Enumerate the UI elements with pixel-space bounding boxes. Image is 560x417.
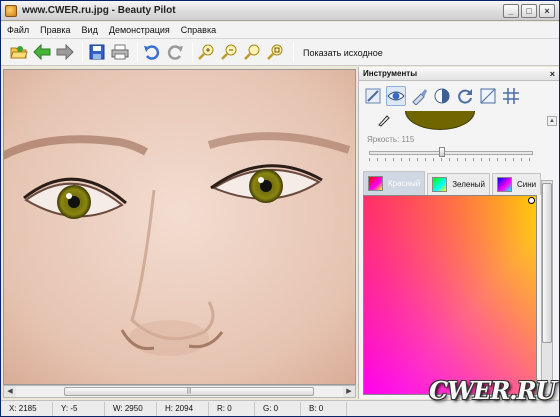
save-icon[interactable] (87, 42, 107, 62)
watermark-text: CWER.RU (429, 375, 557, 405)
watermark-logo: CWER.RU (429, 373, 557, 407)
brightness-slider[interactable] (369, 151, 533, 155)
green-swatch-icon (432, 177, 448, 192)
menu-help[interactable]: Справка (181, 25, 216, 35)
portrait-photo (4, 70, 355, 384)
menu-bar: Файл Правка Вид Демонстрация Справка (1, 22, 559, 39)
horizontal-scrollbar[interactable]: ◀ ||| ▶ (3, 385, 356, 398)
eye-icon[interactable] (386, 86, 406, 106)
scroll-left-icon[interactable]: ◀ (4, 386, 16, 397)
tab-green-label: Зеленый (452, 180, 485, 189)
status-x: X: 2185 (1, 401, 53, 416)
menu-demo[interactable]: Демонстрация (109, 25, 170, 35)
close-button[interactable]: × (539, 4, 555, 18)
minimize-button[interactable]: _ (503, 4, 519, 18)
status-width: W: 2950 (105, 401, 157, 416)
grid-icon[interactable] (501, 86, 521, 106)
tab-blue[interactable]: Сини (491, 173, 542, 195)
preview-scroll-icon[interactable]: ▲ (547, 116, 557, 126)
tab-red-label: Красный (388, 179, 421, 188)
color-picker-cursor-icon[interactable] (528, 197, 535, 204)
contrast-icon[interactable] (432, 86, 452, 106)
rotate-icon[interactable] (455, 86, 475, 106)
tools-panel-header: Инструменты × (359, 67, 559, 81)
toolbar-separator (137, 42, 138, 62)
lipstick-icon[interactable] (409, 86, 429, 106)
status-green: G: 0 (255, 401, 301, 416)
tool-icon-row (363, 86, 521, 106)
zoom-in-icon[interactable] (197, 42, 217, 62)
pencil-icon[interactable] (377, 113, 391, 129)
tab-green[interactable]: Зеленый (427, 173, 490, 195)
tab-red[interactable]: Красный (363, 171, 426, 195)
window-title: www.CWER.ru.jpg - Beauty Pilot (22, 5, 176, 16)
brightness-slider-thumb[interactable] (439, 147, 445, 157)
undo-icon[interactable] (142, 42, 162, 62)
skin-brush-icon[interactable] (363, 86, 383, 106)
vertical-scrollbar[interactable] (541, 180, 553, 395)
status-y: Y: -5 (53, 401, 105, 416)
brightness-label: Яркость: 115 (367, 135, 415, 144)
status-red: R: 0 (209, 401, 255, 416)
menu-edit[interactable]: Правка (40, 25, 70, 35)
zoom-out-icon[interactable] (220, 42, 240, 62)
toolbar-separator (82, 42, 83, 62)
menu-file[interactable]: Файл (7, 25, 29, 35)
app-icon (5, 4, 17, 17)
app-window: www.CWER.ru.jpg - Beauty Pilot _ □ × Фай… (0, 0, 560, 417)
scroll-thumb[interactable]: ||| (64, 387, 314, 396)
status-blue: B: 0 (301, 401, 347, 416)
status-height: H: 2094 (157, 401, 209, 416)
toolbar-separator (293, 42, 294, 62)
scroll-right-icon[interactable]: ▶ (343, 386, 355, 397)
zoom-actual-icon[interactable] (266, 42, 286, 62)
image-canvas[interactable] (3, 69, 356, 385)
toolbar: Показать исходное (1, 39, 559, 66)
maximize-button[interactable]: □ (521, 4, 537, 18)
show-original-button[interactable]: Показать исходное (298, 42, 388, 62)
tools-panel-title: Инструменты (363, 69, 418, 78)
zoom-fit-icon[interactable] (243, 42, 263, 62)
toolbar-separator (192, 42, 193, 62)
blue-swatch-icon (496, 177, 512, 192)
panel-close-icon[interactable]: × (550, 69, 555, 79)
vertical-scroll-thumb[interactable] (542, 183, 552, 343)
slider-ticks (369, 158, 533, 161)
color-gradient-picker[interactable] (363, 195, 537, 395)
tools-panel: Инструменты × ▲ Яркость: 115 Красный Зел… (358, 67, 559, 399)
back-icon[interactable] (32, 42, 52, 62)
open-icon[interactable] (9, 42, 29, 62)
print-icon[interactable] (110, 42, 130, 62)
forward-icon[interactable] (55, 42, 75, 62)
crop-icon[interactable] (478, 86, 498, 106)
color-preview-swatch (405, 111, 475, 130)
redo-icon[interactable] (165, 42, 185, 62)
title-bar: www.CWER.ru.jpg - Beauty Pilot _ □ × (1, 1, 559, 21)
tab-blue-label: Сини (516, 180, 537, 189)
menu-view[interactable]: Вид (82, 25, 98, 35)
red-swatch-icon (368, 176, 383, 191)
window-controls: _ □ × (503, 4, 555, 18)
color-channel-tabs: Красный Зеленый Сини (363, 171, 552, 195)
